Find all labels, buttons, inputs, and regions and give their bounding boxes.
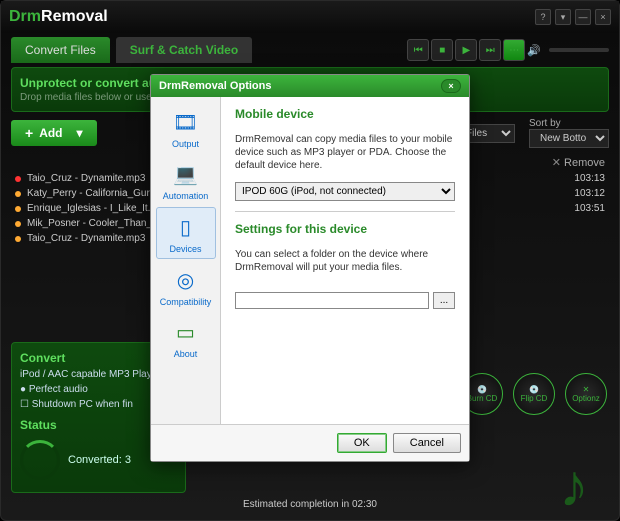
stop-button[interactable]: ■ xyxy=(431,39,453,61)
device-settings-header: Settings for this device xyxy=(235,222,455,236)
status-dot xyxy=(15,206,21,212)
file-time: 103:12 xyxy=(555,188,605,199)
minimize-button[interactable]: — xyxy=(575,9,591,25)
browse-folder-button[interactable]: ... xyxy=(433,292,455,309)
app-logo: DrmRemoval xyxy=(9,8,108,26)
player-menu-button[interactable]: ⋯ xyxy=(503,39,525,61)
volume-slider[interactable] xyxy=(549,48,609,52)
music-note-icon: ♪ xyxy=(559,451,589,520)
device-select[interactable]: IPOD 60G (iPod, not connected) xyxy=(235,182,455,201)
eta-label: Estimated completion in 02:30 xyxy=(11,499,609,510)
ipod-icon: ▯ xyxy=(168,212,204,242)
progress-spinner xyxy=(20,440,60,480)
play-button[interactable]: ▶ xyxy=(455,39,477,61)
remove-button[interactable]: ✕ Remove xyxy=(552,156,605,169)
mobile-device-header: Mobile device xyxy=(235,107,455,121)
laptop-icon: 💻 xyxy=(168,159,204,189)
dialog-titlebar: DrmRemoval Options × xyxy=(151,75,469,97)
device-folder-input[interactable] xyxy=(235,292,429,309)
dialog-footer: OK Cancel xyxy=(151,424,469,461)
close-button[interactable]: × xyxy=(595,9,611,25)
sidebar-item-output[interactable]: 🎞Output xyxy=(156,103,216,153)
sort-select[interactable]: New Bottom xyxy=(529,129,609,148)
mobile-device-desc: DrmRemoval can copy media files to your … xyxy=(235,133,455,172)
status-dot xyxy=(15,221,21,227)
disc-icon: ◎ xyxy=(168,265,204,295)
sidebar-item-compatibility[interactable]: ◎Compatibility xyxy=(156,261,216,311)
status-dot xyxy=(15,191,21,197)
add-button[interactable]: +Add▾ xyxy=(11,120,97,146)
tab-convert[interactable]: Convert Files xyxy=(11,37,110,63)
sidebar-item-automation[interactable]: 💻Automation xyxy=(156,155,216,205)
status-dot xyxy=(15,176,21,182)
dialog-close-button[interactable]: × xyxy=(441,79,461,93)
help-button[interactable]: ? xyxy=(535,9,551,25)
player-controls: ⏮ ■ ▶ ⏭ ⋯ 🔊 xyxy=(407,39,609,61)
titlebar: DrmRemoval ? ▾ — × xyxy=(1,1,619,33)
ok-button[interactable]: OK xyxy=(337,433,387,453)
file-time: 103:51 xyxy=(555,203,605,214)
status-dot xyxy=(15,236,21,242)
dialog-sidebar: 🎞Output 💻Automation ▯Devices ◎Compatibil… xyxy=(151,97,221,424)
converted-count: Converted: 3 xyxy=(68,454,131,466)
sort-label: Sort by xyxy=(529,118,609,129)
tab-surf[interactable]: Surf & Catch Video xyxy=(116,37,252,63)
sidebar-item-about[interactable]: ▭About xyxy=(156,313,216,363)
file-time: 103:13 xyxy=(555,173,605,184)
prev-button[interactable]: ⏮ xyxy=(407,39,429,61)
options-dialog: DrmRemoval Options × 🎞Output 💻Automation… xyxy=(150,74,470,462)
tab-row: Convert Files Surf & Catch Video ⏮ ■ ▶ ⏭… xyxy=(1,33,619,67)
cancel-button[interactable]: Cancel xyxy=(393,433,461,453)
speaker-icon: 🔊 xyxy=(527,44,541,57)
book-icon: ▭ xyxy=(168,317,204,347)
film-icon: 🎞 xyxy=(168,107,204,137)
next-button[interactable]: ⏭ xyxy=(479,39,501,61)
dialog-title: DrmRemoval Options xyxy=(159,80,271,92)
device-settings-desc: You can select a folder on the device wh… xyxy=(235,248,455,274)
sidebar-item-devices[interactable]: ▯Devices xyxy=(156,207,216,259)
menu-button[interactable]: ▾ xyxy=(555,9,571,25)
dialog-main: Mobile device DrmRemoval can copy media … xyxy=(221,97,469,424)
sort-box: Sort by New Bottom xyxy=(529,118,609,148)
